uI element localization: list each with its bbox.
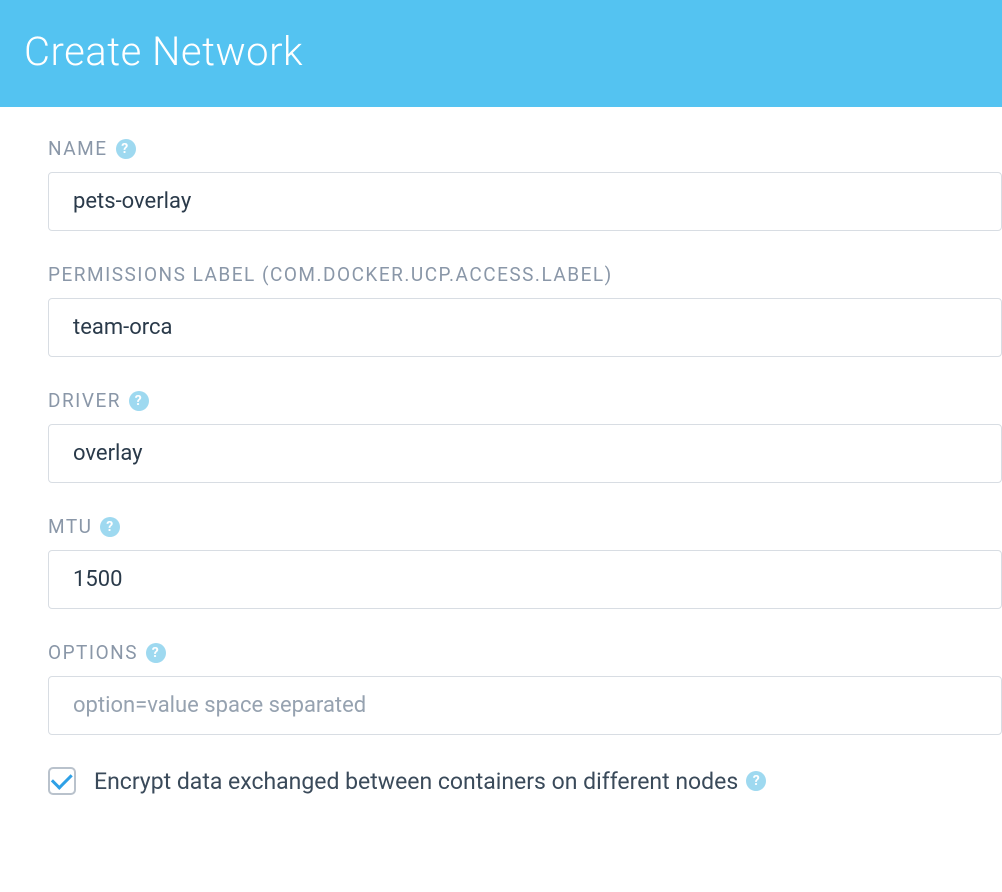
encrypt-label-text: Encrypt data exchanged between container…: [94, 768, 738, 795]
help-icon[interactable]: ?: [746, 771, 766, 791]
mtu-label-text: MTU: [48, 515, 92, 538]
encrypt-label: Encrypt data exchanged between container…: [94, 768, 766, 795]
name-label-text: NAME: [48, 137, 108, 160]
form-body: NAME ? PERMISSIONS LABEL (COM.DOCKER.UCP…: [0, 107, 1002, 795]
driver-label-text: DRIVER: [48, 389, 121, 412]
name-input[interactable]: [48, 172, 1002, 231]
help-icon[interactable]: ?: [146, 643, 166, 663]
field-group-name: NAME ?: [48, 137, 1002, 231]
mtu-label: MTU ?: [48, 515, 1002, 538]
permissions-label: PERMISSIONS LABEL (COM.DOCKER.UCP.ACCESS…: [48, 263, 1002, 286]
options-label-text: OPTIONS: [48, 641, 138, 664]
dialog-title: Create Network: [24, 28, 978, 75]
permissions-label-text: PERMISSIONS LABEL (COM.DOCKER.UCP.ACCESS…: [48, 263, 613, 286]
driver-input[interactable]: [48, 424, 1002, 483]
options-input[interactable]: [48, 676, 1002, 735]
help-icon[interactable]: ?: [129, 391, 149, 411]
mtu-input[interactable]: [48, 550, 1002, 609]
help-icon[interactable]: ?: [116, 139, 136, 159]
driver-label: DRIVER ?: [48, 389, 1002, 412]
field-group-driver: DRIVER ?: [48, 389, 1002, 483]
encrypt-checkbox[interactable]: [48, 767, 76, 795]
field-group-options: OPTIONS ?: [48, 641, 1002, 735]
options-label: OPTIONS ?: [48, 641, 1002, 664]
dialog-header: Create Network: [0, 0, 1002, 107]
encrypt-row: Encrypt data exchanged between container…: [48, 767, 1002, 795]
permissions-input[interactable]: [48, 298, 1002, 357]
name-label: NAME ?: [48, 137, 1002, 160]
help-icon[interactable]: ?: [100, 517, 120, 537]
field-group-permissions: PERMISSIONS LABEL (COM.DOCKER.UCP.ACCESS…: [48, 263, 1002, 357]
field-group-mtu: MTU ?: [48, 515, 1002, 609]
